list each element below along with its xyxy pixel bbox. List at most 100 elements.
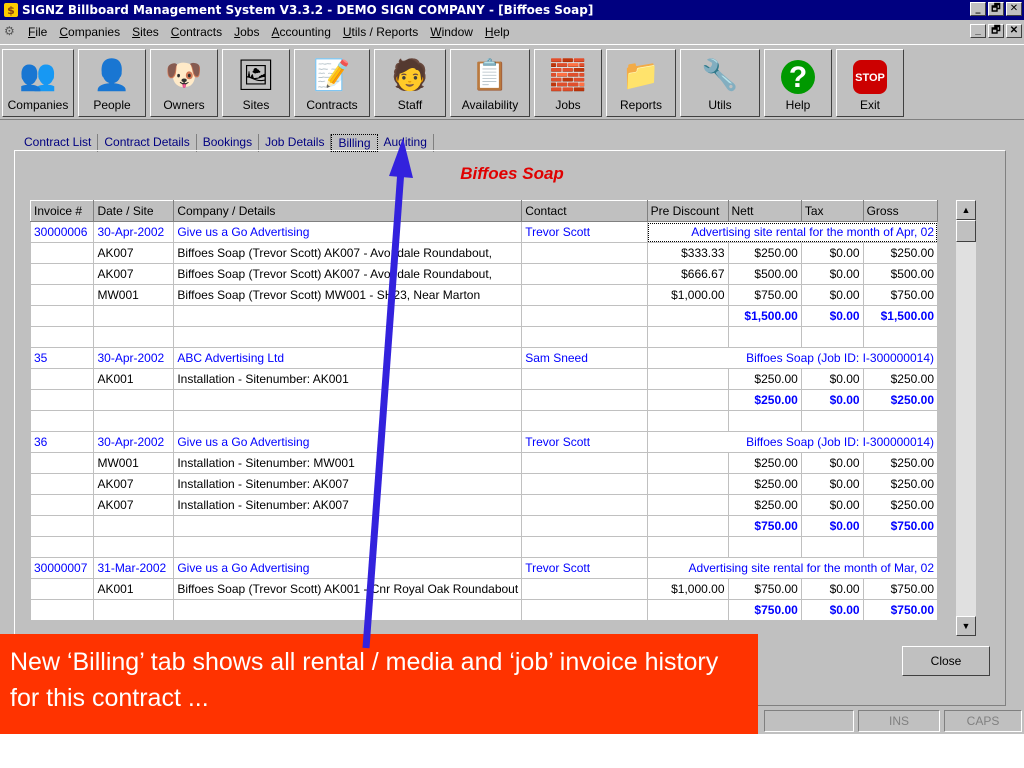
toolbar-label: Sites	[242, 98, 270, 112]
cell-details: Biffoes Soap (Trevor Scott) AK007 - Avon…	[173, 242, 523, 264]
mdi-close-button[interactable]: ✕	[1006, 24, 1022, 38]
table-row[interactable]: 30000006 30-Apr-2002 Give us a Go Advertis…	[29, 221, 939, 243]
menu-contracts[interactable]: Contracts	[171, 25, 222, 39]
cell-nett: $250.00	[727, 368, 802, 390]
cell-pre-discount: $666.67	[646, 263, 729, 285]
scroll-down-button[interactable]: ▼	[956, 616, 976, 636]
table-row[interactable]: AK007 Installation - Sitenumber: AK007 $25…	[29, 473, 939, 495]
col-pre-discount[interactable]: Pre Discount	[646, 200, 729, 222]
table-row[interactable]: $750.00 $0.00 $750.00	[29, 599, 939, 621]
cell-invoice	[29, 452, 95, 474]
cell-empty	[173, 326, 523, 348]
system-menu-icon[interactable]: ⚙	[4, 24, 22, 40]
table-row[interactable]: AK007 Biffoes Soap (Trevor Scott) AK007 -…	[29, 242, 939, 264]
companies-icon: 👥	[19, 59, 57, 92]
table-row[interactable]: AK001 Installation - Sitenumber: AK001 $25…	[29, 368, 939, 390]
cell-pre-discount	[646, 494, 729, 516]
table-row[interactable]: AK007 Biffoes Soap (Trevor Scott) AK007 -…	[29, 263, 939, 285]
toolbar-jobs-button[interactable]: 🧱 Jobs	[534, 49, 602, 117]
table-row[interactable]: 35 30-Apr-2002 ABC Advertising Ltd Sam Snee…	[29, 347, 939, 369]
col-nett[interactable]: Nett	[727, 200, 802, 222]
toolbar-help-button[interactable]: ? Help	[764, 49, 832, 117]
cell-empty	[29, 389, 95, 411]
dollar-icon: $	[4, 3, 18, 17]
scroll-thumb[interactable]	[956, 220, 976, 242]
cell-invoice	[29, 368, 95, 390]
cell-details: Installation - Sitenumber: AK001	[173, 368, 523, 390]
billing-grid[interactable]: Invoice # Date / Site Company / Details …	[29, 200, 939, 621]
table-row[interactable]: MW001 Biffoes Soap (Trevor Scott) MW001 -…	[29, 284, 939, 306]
cell-total-tax: $0.00	[800, 515, 864, 537]
cell-pre-discount	[646, 368, 729, 390]
cell-date: 30-Apr-2002	[93, 347, 175, 369]
menu-companies[interactable]: Companies	[59, 25, 120, 39]
mdi-restore-button[interactable]: 🗗	[988, 24, 1004, 38]
toolbar-people-button[interactable]: 👤 People	[78, 49, 146, 117]
table-row[interactable]: $750.00 $0.00 $750.00	[29, 515, 939, 537]
toolbar-owners-button[interactable]: 🐶 Owners	[150, 49, 218, 117]
table-row[interactable]	[29, 326, 939, 348]
col-gross[interactable]: Gross	[862, 200, 939, 222]
cell-company: Give us a Go Advertising	[173, 431, 523, 453]
close-button[interactable]: Close	[902, 646, 990, 676]
close-window-button[interactable]: ✕	[1006, 2, 1022, 16]
cell-total-gross: $1,500.00	[862, 305, 939, 327]
col-date-site[interactable]: Date / Site	[93, 200, 175, 222]
table-row[interactable]: $250.00 $0.00 $250.00	[29, 389, 939, 411]
toolbar-availability-button[interactable]: 📋 Availability	[450, 49, 530, 117]
cell-nett: $250.00	[727, 473, 802, 495]
cell-empty	[93, 326, 175, 348]
table-row[interactable]: MW001 Installation - Sitenumber: MW001 $25…	[29, 452, 939, 474]
menu-window[interactable]: Window	[430, 25, 473, 39]
cell-contact: Trevor Scott	[521, 431, 648, 453]
toolbar-companies-button[interactable]: 👥 Companies	[2, 49, 74, 117]
toolbar-exit-button[interactable]: STOP Exit	[836, 49, 904, 117]
scroll-up-button[interactable]: ▲	[956, 200, 976, 220]
table-row[interactable]: $1,500.00 $0.00 $1,500.00	[29, 305, 939, 327]
cell-invoice-note: Biffoes Soap (Job ID: I-300000014)	[646, 431, 939, 453]
cell-total-gross: $750.00	[862, 599, 939, 621]
window-controls: _ 🗗 ✕	[970, 2, 1022, 16]
cell-pre-discount: $1,000.00	[646, 578, 729, 600]
table-row[interactable]	[29, 410, 939, 432]
toolbar-utils-button[interactable]: 🔧 Utils	[680, 49, 760, 117]
table-row[interactable]: 36 30-Apr-2002 Give us a Go Advertising Tre…	[29, 431, 939, 453]
cell-empty	[173, 515, 523, 537]
cell-contact: Trevor Scott	[521, 557, 648, 579]
minimize-button[interactable]: _	[970, 2, 986, 16]
toolbar-staff-button[interactable]: 🧑 Staff	[374, 49, 446, 117]
toolbar-label: Contracts	[306, 98, 358, 112]
menu-accounting[interactable]: Accounting	[271, 25, 330, 39]
billboard-icon: 🖼	[236, 59, 276, 92]
col-company-details[interactable]: Company / Details	[173, 200, 523, 222]
menu-sites[interactable]: Sites	[132, 25, 159, 39]
table-row[interactable]	[29, 536, 939, 558]
window-title: SIGNZ Billboard Management System V3.3.2…	[22, 3, 594, 17]
menu-utils-reports[interactable]: Utils / Reports	[343, 25, 418, 39]
table-row[interactable]: 30000007 31-Mar-2002 Give us a Go Advertis…	[29, 557, 939, 579]
cell-empty	[29, 599, 95, 621]
toolbar: 👥 Companies 👤 People 🐶 Owners 🖼 Sites 📝 …	[0, 44, 1024, 120]
maximize-button[interactable]: 🗗	[988, 2, 1004, 16]
table-row[interactable]: AK007 Installation - Sitenumber: AK007 $25…	[29, 494, 939, 516]
col-invoice[interactable]: Invoice #	[29, 200, 95, 222]
col-contact[interactable]: Contact	[521, 200, 648, 222]
cell-empty	[173, 599, 523, 621]
menu-help[interactable]: Help	[485, 25, 510, 39]
toolbar-reports-button[interactable]: 📁 Reports	[606, 49, 676, 117]
col-tax[interactable]: Tax	[800, 200, 864, 222]
cell-contact	[521, 578, 648, 600]
menu-file[interactable]: File	[28, 25, 47, 39]
toolbar-sites-button[interactable]: 🖼 Sites	[222, 49, 290, 117]
toolbar-contracts-button[interactable]: 📝 Contracts	[294, 49, 370, 117]
menu-jobs[interactable]: Jobs	[234, 25, 259, 39]
cell-date: 30-Apr-2002	[93, 431, 175, 453]
cell-invoice-note: Advertising site rental for the month of…	[646, 557, 939, 579]
jobs-icon: 🧱	[549, 59, 587, 92]
cell-total-tax: $0.00	[800, 389, 864, 411]
cell-empty	[646, 305, 729, 327]
cell-invoice	[29, 578, 95, 600]
vertical-scrollbar[interactable]: ▲ ▼	[956, 200, 976, 636]
mdi-minimize-button[interactable]: _	[970, 24, 986, 38]
table-row[interactable]: AK001 Biffoes Soap (Trevor Scott) AK001 -…	[29, 578, 939, 600]
